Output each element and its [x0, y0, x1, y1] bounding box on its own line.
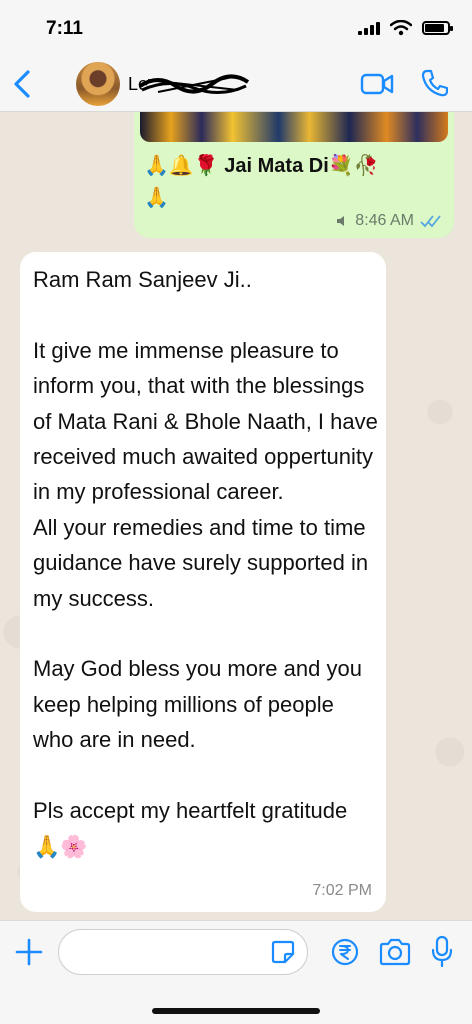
outgoing-message-meta: 8:46 AM [335, 212, 442, 230]
battery-icon [422, 21, 453, 35]
back-chevron-icon[interactable] [8, 64, 38, 104]
incoming-message-bubble[interactable]: Ram Ram Sanjeev Ji.. It give me immense … [20, 252, 386, 912]
status-time: 7:11 [46, 18, 83, 39]
outgoing-message-time: 8:46 AM [355, 212, 414, 229]
double-check-icon [420, 215, 441, 228]
plus-icon[interactable] [14, 937, 44, 967]
rupee-payment-icon[interactable] [330, 937, 360, 967]
signal-icon [358, 21, 380, 35]
status-icons [358, 20, 453, 36]
home-indicator[interactable] [152, 1008, 320, 1014]
microphone-icon[interactable] [430, 935, 454, 969]
shared-image-thumbnail[interactable] [140, 112, 448, 142]
video-call-icon[interactable] [360, 70, 394, 98]
redaction-scribble [138, 74, 250, 94]
status-bar: 7:11 [0, 0, 472, 56]
sticker-icon[interactable] [270, 939, 296, 965]
incoming-message-time: 7:02 PM [312, 882, 372, 899]
incoming-message-text: Ram Ram Sanjeev Ji.. It give me immense … [33, 267, 378, 859]
speaker-icon [337, 216, 345, 226]
wifi-icon [390, 20, 412, 36]
contact-avatar[interactable] [76, 62, 120, 106]
outgoing-message-bubble[interactable]: 🙏🔔🌹 Jai Mata Di💐🥀 🙏 8:46 AM [134, 112, 454, 238]
camera-icon[interactable] [378, 937, 412, 967]
outgoing-message-text: 🙏🔔🌹 Jai Mata Di💐🥀 🙏 [144, 155, 379, 209]
chat-header: Le [0, 56, 472, 112]
voice-call-icon[interactable] [420, 68, 448, 98]
